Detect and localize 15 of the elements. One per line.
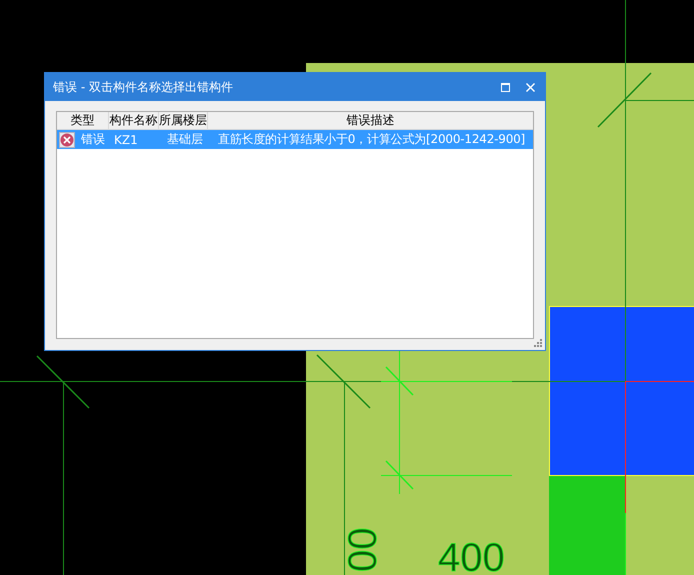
column-header[interactable]: 构件名称 [109,112,159,129]
resize-grip-icon[interactable] [534,339,542,347]
table-cell: 直筋长度的计算结果小于0，计算公式为[2000-1242-900] [218,131,526,148]
dimension-label: 00 [341,528,385,572]
dimension-label: 400 [438,536,505,575]
table-cell: 基础层 [167,131,203,148]
table-cell: KZ1 [114,132,138,146]
window-title: 错误 - 双击构件名称选择出错构件 [53,78,234,96]
table-cell: 错误 [81,131,105,148]
close-icon[interactable] [526,82,535,92]
column-header[interactable]: 类型 [57,112,109,129]
error-icon [59,132,75,148]
maximize-icon[interactable] [501,82,510,92]
column-header[interactable]: 错误描述 [208,112,533,129]
column-header[interactable]: 所属楼层 [159,112,208,129]
